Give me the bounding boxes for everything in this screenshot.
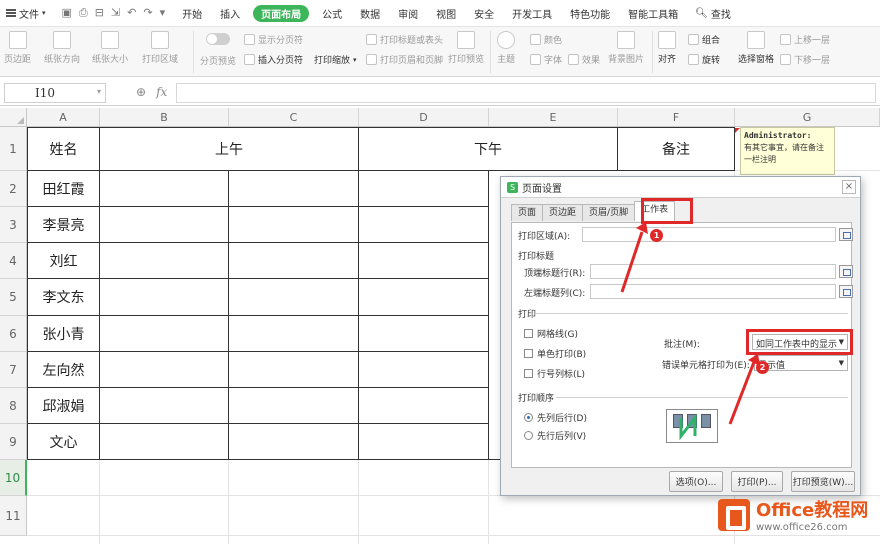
- annotation-arrows: [620, 222, 760, 425]
- watermark: Office教程网 www.office26.com: [718, 496, 868, 533]
- office-logo-icon: [718, 498, 750, 531]
- step-badge-2: 2: [756, 361, 769, 374]
- watermark-brand: Office教程网: [756, 500, 869, 521]
- step-badge-1: 1: [650, 229, 663, 242]
- watermark-url: www.office26.com: [756, 522, 848, 533]
